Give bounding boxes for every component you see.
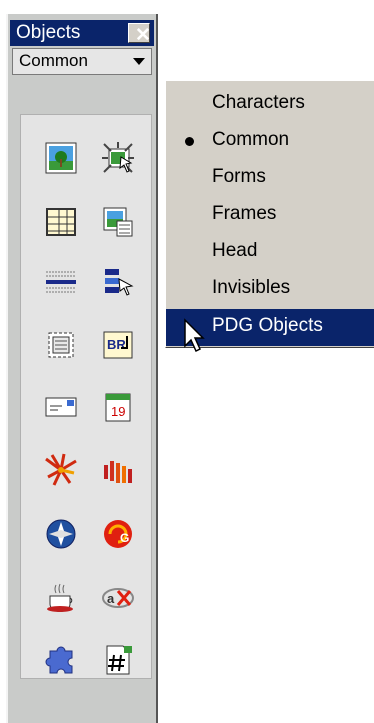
menu-item-label: Head [212, 240, 258, 261]
menu-item-label: Frames [212, 203, 277, 224]
flash-icon[interactable] [44, 453, 78, 487]
activex-icon[interactable]: a [101, 580, 135, 614]
email-link-icon[interactable] [44, 390, 78, 424]
rollover-image-icon[interactable] [101, 141, 135, 175]
menu-item-label: Invisibles [212, 277, 291, 298]
selected-bullet-icon [185, 137, 194, 146]
fireworks-icon[interactable]: G [101, 517, 135, 551]
chevron-down-icon [133, 58, 145, 65]
server-side-include-icon[interactable] [101, 643, 135, 677]
menu-item-forms[interactable]: Forms [166, 160, 374, 197]
image-icon[interactable] [44, 141, 78, 175]
layer-icon[interactable] [44, 328, 78, 362]
line-break-icon[interactable]: BR [101, 328, 135, 362]
close-icon: ✕ [135, 25, 151, 46]
tabular-data-icon[interactable] [101, 205, 135, 239]
menu-item-characters[interactable]: Characters [166, 86, 374, 123]
date-icon[interactable]: 19 [101, 390, 135, 424]
generator-icon[interactable] [44, 517, 78, 551]
object-icon-grid: BR 19 G a [20, 114, 152, 679]
svg-text:BR: BR [107, 337, 126, 352]
svg-text:G: G [120, 531, 129, 545]
category-dropdown[interactable]: Common [12, 48, 152, 75]
menu-item-head[interactable]: Head [166, 234, 374, 271]
menu-item-invisibles[interactable]: Invisibles [166, 271, 374, 308]
menu-item-common[interactable]: Common [166, 123, 374, 160]
horizontal-rule-icon[interactable] [44, 265, 78, 299]
menu-item-label: PDG Objects [212, 315, 323, 336]
shockwave-icon[interactable] [101, 453, 135, 487]
plugin-icon[interactable] [44, 643, 78, 677]
menu-item-frames[interactable]: Frames [166, 197, 374, 234]
applet-icon[interactable] [44, 580, 78, 614]
menu-item-label: Common [212, 129, 290, 150]
panel-title: Objects [16, 22, 81, 43]
mouse-pointer-icon [183, 318, 209, 354]
objects-panel: Objects ✕ Common BR 19 G a [6, 14, 158, 723]
category-selected-value: Common [19, 51, 88, 70]
panel-title-bar[interactable]: Objects ✕ [10, 20, 154, 46]
panel-edge [156, 14, 158, 723]
menu-item-label: Forms [212, 166, 266, 187]
close-button[interactable]: ✕ [128, 23, 151, 46]
menu-item-label: Characters [212, 92, 305, 113]
svg-text:19: 19 [111, 404, 125, 419]
navigation-bar-icon[interactable] [101, 265, 135, 299]
svg-text:a: a [107, 591, 115, 606]
category-popup-menu: Characters Common Forms Frames Head Invi… [165, 80, 374, 348]
table-icon[interactable] [44, 205, 78, 239]
